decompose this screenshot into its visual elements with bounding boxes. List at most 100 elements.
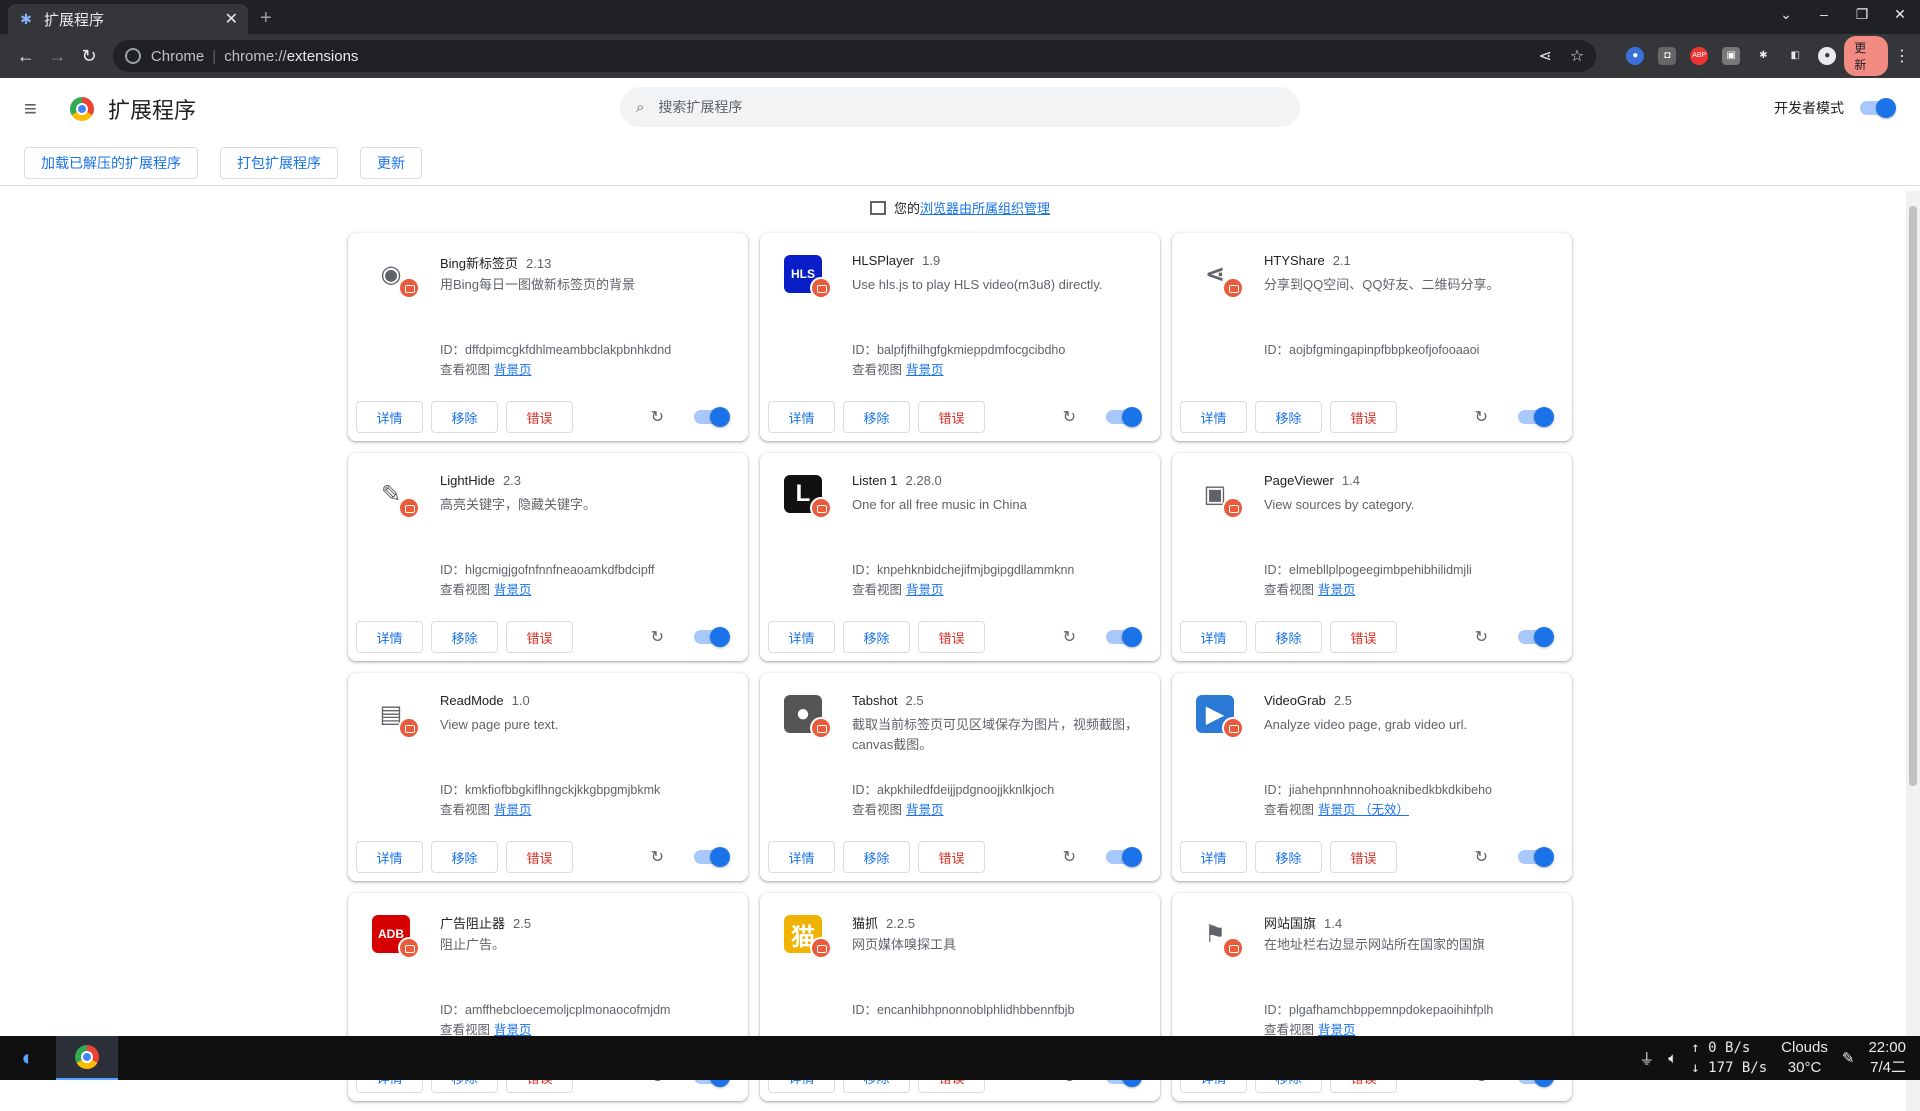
back-icon[interactable]: ← (10, 46, 42, 67)
remove-button[interactable]: 移除 (843, 401, 910, 433)
managed-link[interactable]: 浏览器由所属组织管理 (920, 201, 1050, 216)
enable-toggle[interactable] (1106, 627, 1142, 647)
details-button[interactable]: 详情 (768, 401, 835, 433)
tab-search-icon[interactable]: ⌄ (1778, 6, 1794, 23)
bookmark-star-icon[interactable]: ☆ (1570, 46, 1584, 66)
errors-button[interactable]: 错误 (506, 621, 573, 653)
background-page-link[interactable]: 背景页 (494, 1023, 532, 1037)
hamburger-menu-icon[interactable]: ≡ (24, 96, 48, 122)
start-menu-icon[interactable]: ◐ (0, 1045, 56, 1071)
ext-camera-icon[interactable]: ◘ (1658, 47, 1677, 65)
reload-icon[interactable]: ↻ (651, 847, 664, 867)
errors-button[interactable]: 错误 (1330, 621, 1397, 653)
remove-button[interactable]: 移除 (431, 401, 498, 433)
volume-icon[interactable]: 🔈︎ (1668, 1050, 1677, 1067)
errors-button[interactable]: 错误 (918, 621, 985, 653)
forward-icon[interactable]: → (42, 46, 74, 67)
extension-card: ▣ PageViewer 1.4 View sources by category. I… (1172, 453, 1572, 661)
more-menu-icon[interactable]: ⋮ (1894, 46, 1910, 66)
load-unpacked-button[interactable]: 加载已解压的扩展程序 (24, 146, 198, 179)
reload-icon[interactable]: ↻ (1475, 627, 1488, 647)
ext-globe-icon[interactable]: ● (1626, 47, 1645, 65)
details-button[interactable]: 详情 (1180, 621, 1247, 653)
new-tab-button[interactable]: + (260, 7, 272, 30)
tab-title: 扩展程序 (44, 11, 105, 29)
errors-button[interactable]: 错误 (506, 841, 573, 873)
reload-icon[interactable]: ↻ (651, 407, 664, 427)
search-input[interactable]: ⌕ 搜索扩展程序 (620, 87, 1300, 127)
developer-toolbar: 加载已解压的扩展程序 打包扩展程序 更新 (0, 140, 1920, 186)
remove-button[interactable]: 移除 (1255, 401, 1322, 433)
reload-icon[interactable]: ↻ (1063, 627, 1076, 647)
errors-button[interactable]: 错误 (918, 841, 985, 873)
clock[interactable]: 22:00 7/4二 (1868, 1038, 1906, 1078)
reload-icon[interactable]: ↻ (1063, 847, 1076, 867)
background-page-link[interactable]: 背景页 (494, 363, 532, 377)
background-page-link[interactable]: 背景页 (906, 363, 944, 377)
errors-button[interactable]: 错误 (1330, 841, 1397, 873)
reload-icon[interactable]: ↻ (1475, 407, 1488, 427)
pen-icon[interactable]: ✎ (1842, 1049, 1855, 1067)
remove-button[interactable]: 移除 (431, 841, 498, 873)
tab-close-icon[interactable]: ✕ (225, 9, 238, 29)
background-page-link[interactable]: 背景页 （无效） (1318, 803, 1409, 817)
background-page-link[interactable]: 背景页 (906, 803, 944, 817)
enable-toggle[interactable] (1518, 627, 1554, 647)
tab-extensions[interactable]: ✱ 扩展程序 ✕ (8, 4, 248, 34)
enable-toggle[interactable] (694, 627, 730, 647)
enable-toggle[interactable] (1106, 407, 1142, 427)
details-button[interactable]: 详情 (768, 841, 835, 873)
enable-toggle[interactable] (1518, 407, 1554, 427)
background-page-link[interactable]: 背景页 (494, 583, 532, 597)
enable-toggle[interactable] (694, 407, 730, 427)
background-page-link[interactable]: 背景页 (1318, 583, 1356, 597)
reload-icon[interactable]: ↻ (1063, 407, 1076, 427)
scrollbar-thumb[interactable] (1909, 206, 1917, 786)
reload-icon[interactable]: ↻ (1475, 847, 1488, 867)
enable-toggle[interactable] (1518, 847, 1554, 867)
errors-button[interactable]: 错误 (1330, 401, 1397, 433)
details-button[interactable]: 详情 (1180, 401, 1247, 433)
errors-button[interactable]: 错误 (506, 401, 573, 433)
pack-extension-button[interactable]: 打包扩展程序 (220, 146, 338, 179)
profile-avatar[interactable]: ● (1818, 47, 1837, 65)
omnibox[interactable]: Chrome | chrome://extensions ⋖ ☆ (112, 40, 1597, 72)
remove-button[interactable]: 移除 (843, 621, 910, 653)
update-extensions-button[interactable]: 更新 (360, 146, 422, 179)
weather[interactable]: Clouds 30°C (1781, 1038, 1828, 1078)
ext-abp-icon[interactable]: ABP (1690, 47, 1709, 65)
side-panel-icon[interactable]: ◧ (1786, 47, 1804, 65)
extensions-puzzle-icon[interactable]: ✱ (1754, 47, 1772, 65)
minimize-icon[interactable]: – (1816, 6, 1832, 23)
enable-toggle[interactable] (1106, 847, 1142, 867)
remove-button[interactable]: 移除 (1255, 621, 1322, 653)
background-page-link[interactable]: 背景页 (1318, 1023, 1356, 1037)
taskbar-chrome-app[interactable] (56, 1036, 118, 1080)
remove-button[interactable]: 移除 (1255, 841, 1322, 873)
background-page-link[interactable]: 背景页 (906, 583, 944, 597)
ext-pageviewer-icon[interactable]: ▣ (1722, 47, 1741, 65)
extension-id: ID：dffdpimcgkfdhlmeambbclakpbnhkdnd (440, 339, 671, 358)
enable-toggle[interactable] (694, 847, 730, 867)
site-info-icon[interactable] (124, 48, 141, 64)
developer-mode-toggle[interactable] (1860, 98, 1896, 118)
extension-id: ID：encanhibhpnonnoblphlidhbbennfbjb (852, 999, 1074, 1018)
reload-icon[interactable]: ↻ (651, 627, 664, 647)
extension-description: Use hls.js to play HLS video(m3u8) direc… (852, 277, 1103, 292)
details-button[interactable]: 详情 (356, 621, 423, 653)
reload-icon[interactable]: ↻ (73, 46, 105, 67)
details-button[interactable]: 详情 (768, 621, 835, 653)
share-icon[interactable]: ⋖ (1539, 46, 1552, 66)
errors-button[interactable]: 错误 (918, 401, 985, 433)
details-button[interactable]: 详情 (356, 841, 423, 873)
usb-icon[interactable]: ⏚ (1639, 1048, 1654, 1069)
background-page-link[interactable]: 背景页 (494, 803, 532, 817)
remove-button[interactable]: 移除 (843, 841, 910, 873)
id-prefix: ID： (1264, 563, 1290, 577)
restore-icon[interactable]: ❐ (1854, 6, 1870, 23)
details-button[interactable]: 详情 (356, 401, 423, 433)
remove-button[interactable]: 移除 (431, 621, 498, 653)
update-button[interactable]: 更新 (1844, 36, 1889, 76)
close-window-icon[interactable]: ✕ (1892, 6, 1908, 23)
details-button[interactable]: 详情 (1180, 841, 1247, 873)
